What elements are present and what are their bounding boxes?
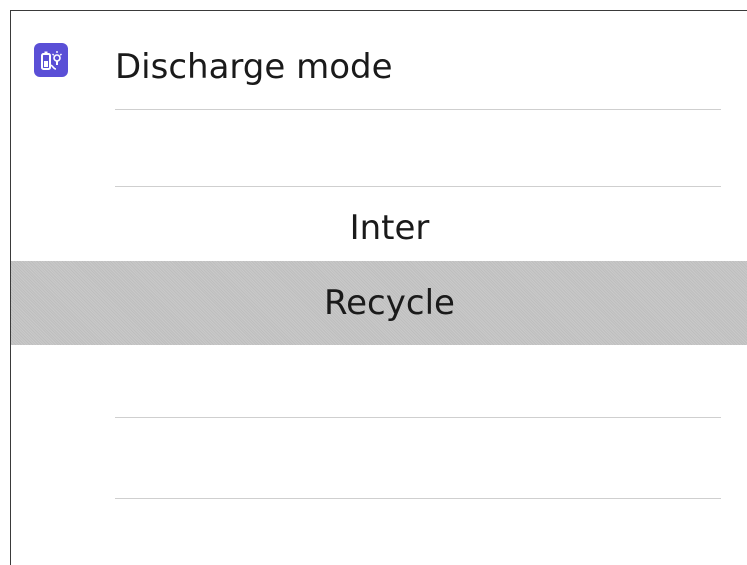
picker-option-blank-2[interactable] [11,419,747,499]
picker-option-label: Inter [349,208,430,248]
panel-header: Discharge mode [11,11,747,111]
picker-option-recycle[interactable]: Recycle [11,261,747,345]
picker-option-blank-top[interactable] [11,110,747,190]
page-title: Discharge mode [115,47,393,87]
separator [115,417,721,418]
separator [115,498,721,499]
picker-option-label: Recycle [324,283,455,323]
discharge-mode-panel: Discharge mode Inter Recycle [10,10,747,565]
picker-option-blank-1[interactable] [11,341,747,421]
battery-bulb-icon [34,43,68,77]
picker-option-inter[interactable]: Inter [11,188,747,268]
